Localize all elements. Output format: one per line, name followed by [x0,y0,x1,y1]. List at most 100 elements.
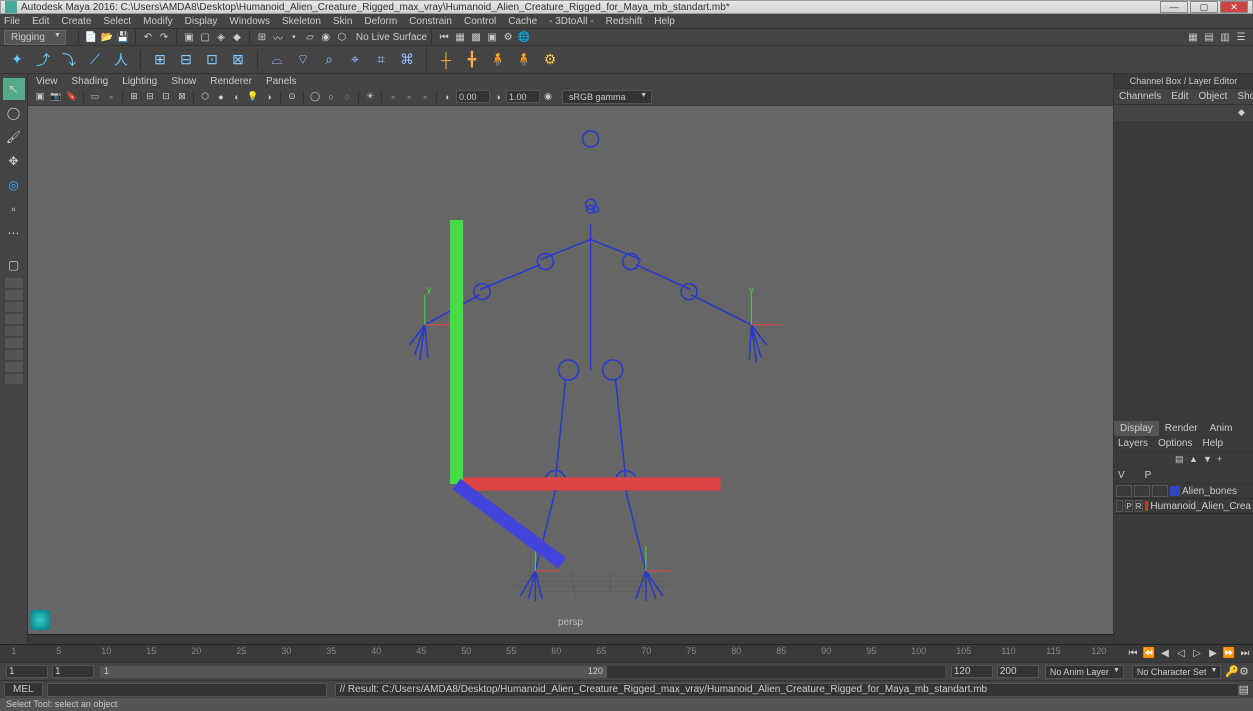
shelf-deform4-icon[interactable]: ⌖ [344,49,366,71]
layer-vis-toggle[interactable] [1116,485,1132,497]
menu-cache[interactable]: Cache [508,16,537,27]
wireframe-icon[interactable]: ⬡ [198,90,212,104]
menu-select[interactable]: Select [103,16,131,27]
shelf-bind3-icon[interactable]: ⊡ [201,49,223,71]
move-tool-icon[interactable]: ✥ [3,150,25,172]
panel-renderer[interactable]: Renderer [210,76,252,87]
next-key-icon[interactable]: ▶ [1206,647,1220,661]
bookmark-icon[interactable]: 🔖 [65,90,79,104]
shelf-ik2-icon[interactable]: ⤵ [58,49,80,71]
film-icon[interactable]: ⊟ [143,90,157,104]
select-tool-icon[interactable]: ↖ [3,78,25,100]
layout-3-icon[interactable] [5,302,23,312]
range-end-field[interactable] [997,665,1039,678]
v3-icon[interactable]: ▫ [418,90,432,104]
step-back-icon[interactable]: ⏪ [1142,647,1156,661]
expose-icon[interactable]: ☀ [363,90,377,104]
menu-file[interactable]: File [4,16,20,27]
layer-add-icon[interactable]: + [1217,454,1229,466]
render-globe-icon[interactable]: 🌐 [517,30,531,44]
menu-constrain[interactable]: Constrain [409,16,452,27]
shelf-bind4-icon[interactable]: ⊠ [227,49,249,71]
shadows-icon[interactable]: ◑ [262,90,276,104]
shelf-deform6-icon[interactable]: ⌘ [396,49,418,71]
layout-single-icon[interactable]: ▢ [3,254,25,276]
select-mode2-icon[interactable]: ▢ [198,30,212,44]
camera-attr-icon[interactable]: 📷 [49,90,63,104]
layer-tab-display[interactable]: Display [1114,421,1159,436]
open-scene-icon[interactable]: 📂 [100,30,114,44]
layout-2h-icon[interactable] [5,278,23,288]
script-editor-icon[interactable]: ▤ [1239,683,1249,696]
layer-name[interactable]: Alien_bones [1182,486,1237,497]
select-mode3-icon[interactable]: ◈ [214,30,228,44]
layer-p-toggle[interactable] [1134,485,1150,497]
layer-row[interactable]: Alien_bones [1114,484,1253,499]
script-lang-dropdown[interactable]: MEL [4,682,43,697]
snap-point-icon[interactable]: • [287,30,301,44]
layout-custom-icon[interactable] [5,374,23,384]
shelf-constraint2-icon[interactable]: ╋ [461,49,483,71]
auto-key-icon[interactable]: 🔑 [1225,665,1239,678]
anim-layer-dropdown[interactable]: No Anim Layer [1045,665,1124,679]
range-thumb[interactable]: 1 120 [100,666,607,678]
menu-deform[interactable]: Deform [364,16,397,27]
layer-tab-anim[interactable]: Anim [1204,421,1239,436]
grid-icon[interactable]: ⊞ [127,90,141,104]
time-slider[interactable]: 1510152025303540455055606570758085909510… [0,644,1253,662]
render2-icon[interactable]: ▩ [469,30,483,44]
snap-live-icon[interactable]: ◉ [319,30,333,44]
range-startvis-field[interactable] [52,665,94,678]
rotate-tool-icon[interactable]: ◎ [3,174,25,196]
range-start-field[interactable] [6,665,48,678]
menu-create[interactable]: Create [61,16,91,27]
menu-redshift[interactable]: Redshift [606,16,643,27]
shelf-constraint1-icon[interactable]: ┼ [435,49,457,71]
layer-row[interactable]: P R Humanoid_Alien_Crea [1114,499,1253,514]
history-icon[interactable]: ⏮ [437,30,451,44]
lasso-tool-icon[interactable]: ◯ [3,102,25,124]
viewport[interactable]: y y persp [28,106,1113,634]
cb-tab-edit[interactable]: Edit [1166,89,1193,104]
textured-icon[interactable]: ◐ [230,90,244,104]
2d-icon[interactable]: ▫ [104,90,118,104]
play-forward-icon[interactable]: ▷ [1190,647,1204,661]
menu-modify[interactable]: Modify [143,16,172,27]
menu-help[interactable]: Help [654,16,675,27]
prev-key-icon[interactable]: ◀ [1158,647,1172,661]
snap-plane-icon[interactable]: ▱ [303,30,317,44]
select-mode-icon[interactable]: ▣ [182,30,196,44]
menu-skin[interactable]: Skin [333,16,352,27]
paint-tool-icon[interactable]: 🖌 [3,126,25,148]
menu-display[interactable]: Display [185,16,218,27]
render-settings-icon[interactable]: ⚙ [501,30,515,44]
cb-tab-channels[interactable]: Channels [1114,89,1166,104]
imgplane-icon[interactable]: ▭ [88,90,102,104]
select-mode4-icon[interactable]: ◆ [230,30,244,44]
shelf-bind2-icon[interactable]: ⊟ [175,49,197,71]
v1-icon[interactable]: ▫ [386,90,400,104]
shelf-deform3-icon[interactable]: ⌕ [318,49,340,71]
layout-persp-icon[interactable] [5,338,23,348]
last-tool-icon[interactable]: ⋯ [3,222,25,244]
layer-p-toggle[interactable]: P [1125,500,1132,512]
menu-skeleton[interactable]: Skeleton [282,16,321,27]
colorspace-dropdown[interactable]: sRGB gamma [562,90,652,104]
shelf-human2-icon[interactable]: 🧍 [513,49,535,71]
time-ruler[interactable]: 1510152025303540455055606570758085909510… [0,645,1125,662]
layout-hyper-icon[interactable] [5,362,23,372]
play-back-icon[interactable]: ◁ [1174,647,1188,661]
shelf-bind-icon[interactable]: ⊞ [149,49,171,71]
layer-name[interactable]: Humanoid_Alien_Crea [1150,501,1251,512]
workspace-dropdown[interactable]: Rigging [4,30,66,45]
camera-select-icon[interactable]: ▣ [33,90,47,104]
panel-lighting[interactable]: Lighting [122,76,157,87]
scale-tool-icon[interactable]: ▫ [3,198,25,220]
menu-windows[interactable]: Windows [229,16,270,27]
shelf-human-icon[interactable]: 🧍 [487,49,509,71]
view-transform-icon[interactable]: ◉ [541,90,555,104]
panel-view[interactable]: View [36,76,58,87]
gate-icon[interactable]: ⊡ [159,90,173,104]
panel-layout2-icon[interactable]: ▤ [1202,30,1216,44]
render-icon[interactable]: ▦ [453,30,467,44]
